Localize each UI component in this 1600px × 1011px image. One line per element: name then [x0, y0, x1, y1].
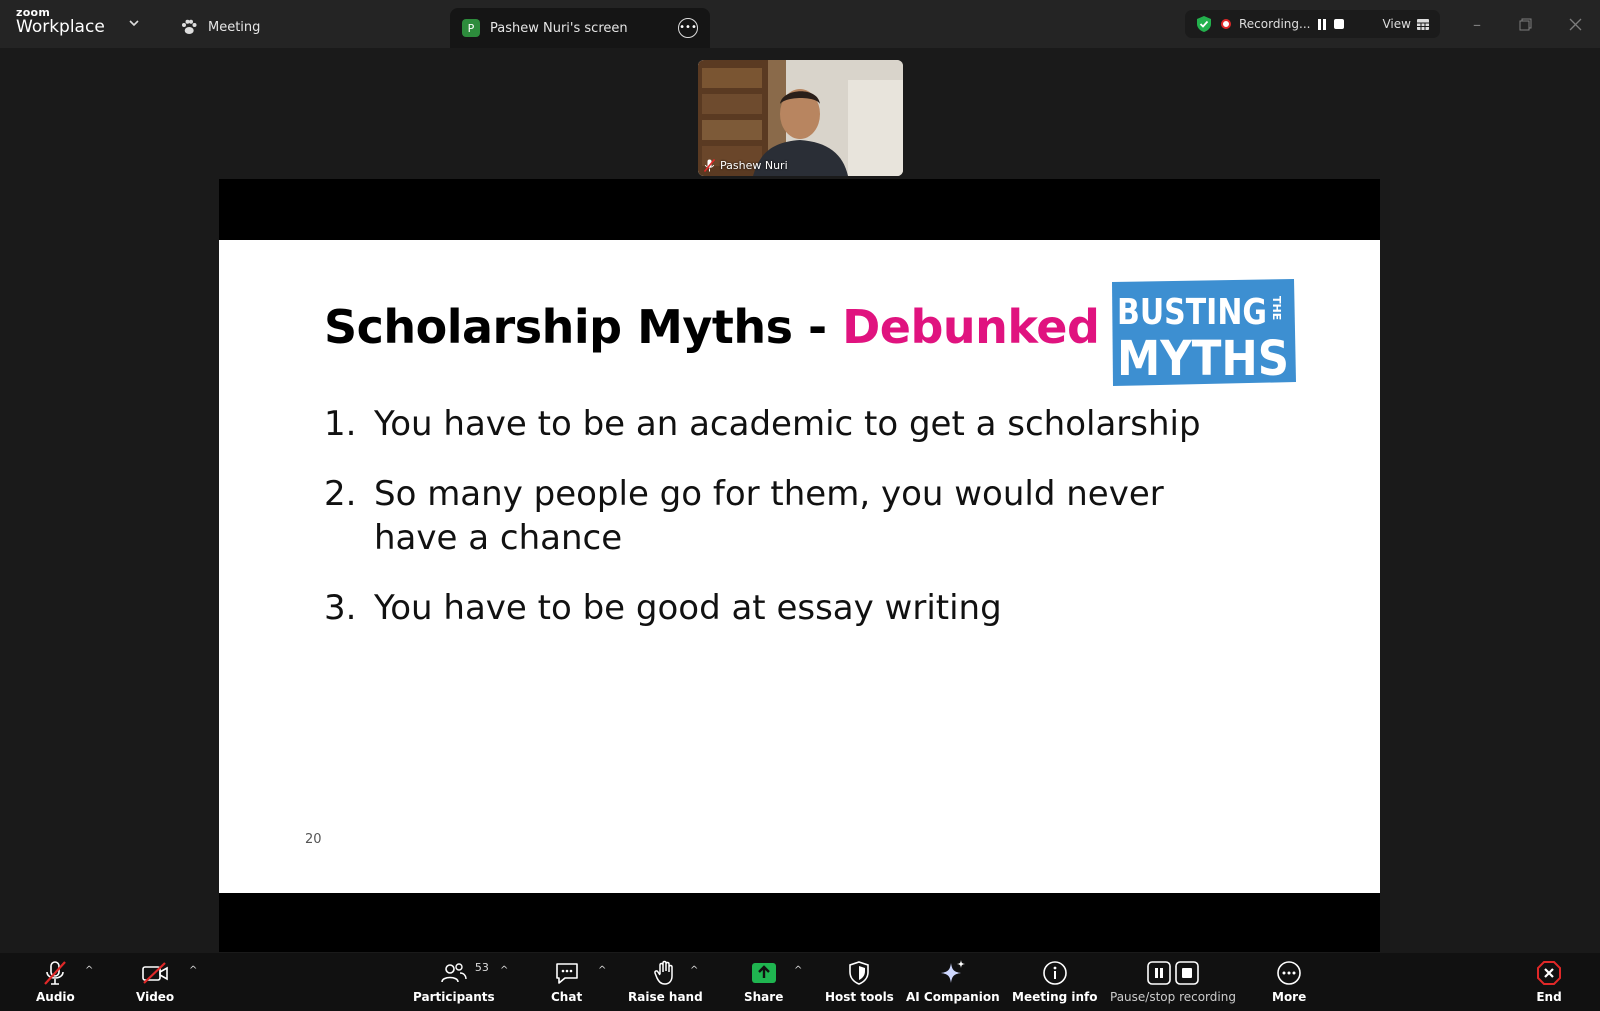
participant-name: Pashew Nuri: [720, 159, 788, 172]
view-label: View: [1382, 17, 1411, 31]
slide-title-highlight: Debunked: [842, 300, 1100, 354]
end-meeting-icon: [1537, 961, 1561, 985]
chat-label: Chat: [551, 990, 583, 1004]
list-item-text: You have to be an academic to get a scho…: [374, 404, 1201, 444]
slide-title-main: Scholarship Myths -: [324, 300, 843, 354]
end-meeting-button[interactable]: End: [1534, 959, 1564, 1004]
list-item: 2. So many people go for them, you would …: [324, 472, 1254, 560]
myths-list: 1. You have to be an academic to get a sc…: [324, 402, 1254, 656]
pause-recording-icon[interactable]: [1318, 18, 1327, 30]
tab-shared-screen-label: Pashew Nuri's screen: [490, 20, 628, 36]
chat-icon: [555, 963, 578, 984]
zoom-workplace-logo[interactable]: zoom Workplace: [16, 7, 105, 36]
muted-mic-icon: [44, 961, 67, 985]
recording-label: Recording...: [1239, 17, 1311, 31]
participant-video-thumbnail[interactable]: Pashew Nuri: [698, 60, 903, 176]
logo-line1: BUSTING: [1117, 292, 1267, 333]
minimize-icon[interactable]: –: [1467, 14, 1487, 34]
more-label: More: [1272, 990, 1307, 1004]
tab-meeting[interactable]: Meeting: [180, 16, 260, 38]
video-button[interactable]: Video: [136, 959, 174, 1004]
list-item-number: 3.: [324, 588, 357, 628]
participants-button[interactable]: 53 Participants: [413, 959, 495, 1004]
ai-companion-button[interactable]: AI Companion: [906, 959, 1000, 1004]
pause-stop-recording-label: Pause/stop recording: [1110, 990, 1236, 1004]
audio-options-caret-icon[interactable]: ^: [85, 965, 93, 976]
list-item-number: 1.: [324, 404, 357, 444]
presentation-slide: Scholarship Myths - Debunked BUSTING THE…: [219, 240, 1380, 893]
pause-stop-recording-button[interactable]: Pause/stop recording: [1110, 959, 1236, 1004]
raise-hand-icon: [654, 960, 674, 985]
paw-icon: [182, 19, 197, 34]
host-tools-button[interactable]: Host tools: [825, 959, 894, 1004]
share-options-caret-icon[interactable]: ^: [794, 965, 802, 976]
grid-view-icon: [1416, 18, 1429, 30]
ai-sparkle-icon: [940, 960, 965, 983]
restore-icon[interactable]: [1515, 14, 1535, 34]
meeting-stage: Pashew Nuri Scholarship Myths - Debunked…: [0, 48, 1600, 953]
chat-button[interactable]: Chat: [551, 959, 582, 1004]
more-options-icon[interactable]: •••: [678, 18, 698, 38]
slide-page-number: 20: [305, 832, 322, 847]
shared-screen-area[interactable]: Scholarship Myths - Debunked BUSTING THE…: [219, 179, 1380, 952]
recording-dot-icon: [1221, 19, 1231, 29]
busting-the-myths-logo: BUSTING THE MYTHS: [1112, 279, 1296, 387]
meeting-info-button[interactable]: Meeting info: [1012, 959, 1098, 1004]
tab-shared-screen[interactable]: P Pashew Nuri's screen •••: [450, 8, 710, 48]
more-icon: [1277, 961, 1301, 985]
participants-count: 53: [474, 961, 489, 974]
info-icon: [1042, 961, 1067, 985]
list-item: 3. You have to be good at essay writing: [324, 586, 1254, 630]
more-button[interactable]: More: [1272, 959, 1306, 1004]
participants-label: Participants: [413, 990, 495, 1004]
participants-options-caret-icon[interactable]: ^: [500, 965, 508, 976]
ai-companion-label: AI Companion: [906, 990, 1000, 1004]
stop-recording-icon[interactable]: [1334, 19, 1345, 29]
recording-status-pill: Recording... View: [1185, 10, 1440, 38]
audio-label: Audio: [36, 990, 75, 1004]
muted-mic-icon: [704, 159, 715, 172]
chat-options-caret-icon[interactable]: ^: [598, 965, 606, 976]
logo-line2: MYTHS: [1117, 331, 1289, 387]
video-label: Video: [136, 990, 175, 1004]
meeting-controls-toolbar: Audio ^ Video ^ 53 Participants ^ Chat ^…: [0, 953, 1600, 1011]
share-button[interactable]: Share: [744, 959, 783, 1004]
title-bar: zoom Workplace Meeting P Pashew Nuri's s…: [0, 0, 1600, 48]
list-item: 1. You have to be an academic to get a sc…: [324, 402, 1254, 446]
video-off-icon: [142, 962, 168, 984]
share-label: Share: [744, 990, 784, 1004]
list-item-text: You have to be good at essay writing: [374, 588, 1002, 628]
reactions-caret-icon[interactable]: ^: [690, 965, 698, 976]
host-tools-shield-icon: [849, 961, 870, 985]
logo-the: THE: [1270, 296, 1283, 320]
presenter-badge: P: [462, 19, 480, 37]
raise-hand-label: Raise hand: [628, 990, 703, 1004]
video-options-caret-icon[interactable]: ^: [189, 965, 197, 976]
end-label: End: [1536, 990, 1562, 1004]
list-item-text: So many people go for them, you would ne…: [374, 474, 1164, 558]
encryption-shield-icon[interactable]: [1195, 15, 1213, 33]
meeting-info-label: Meeting info: [1012, 990, 1098, 1004]
tab-meeting-label: Meeting: [208, 19, 261, 35]
list-item-number: 2.: [324, 474, 357, 514]
participants-icon: [441, 963, 467, 983]
view-button[interactable]: View: [1382, 17, 1429, 31]
slide-title: Scholarship Myths - Debunked: [324, 300, 1100, 354]
participant-name-tag: Pashew Nuri: [704, 159, 788, 172]
share-screen-icon: [751, 963, 776, 983]
chevron-down-icon[interactable]: [127, 16, 141, 30]
brand-large-text: Workplace: [16, 17, 105, 37]
host-tools-label: Host tools: [825, 990, 894, 1004]
pause-stop-recording-icon: [1147, 961, 1199, 985]
audio-button[interactable]: Audio: [36, 959, 75, 1004]
close-icon[interactable]: [1565, 14, 1585, 34]
